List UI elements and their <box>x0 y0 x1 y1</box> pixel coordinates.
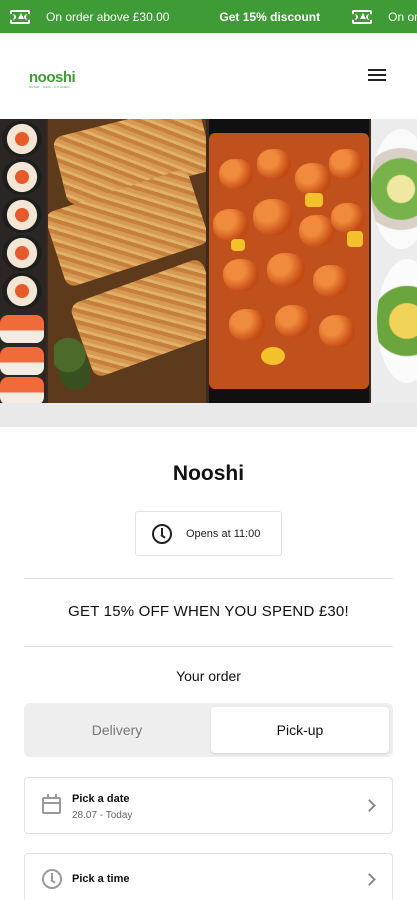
pick-date-card[interactable]: Pick a date 28.07 - Today <box>24 777 393 834</box>
opening-hours-label: Opens at 11:00 <box>186 527 261 540</box>
divider <box>24 646 393 647</box>
offer-text: GET 15% OFF WHEN YOU SPEND £30! <box>68 603 349 620</box>
calendar-icon <box>42 794 61 814</box>
logo-wordmark: nooshi <box>29 69 76 86</box>
pick-date-value: 28.07 - Today <box>72 810 133 821</box>
logo-tagline: SUSHI · ASIA · KITCHEN <box>29 85 70 89</box>
salad-bowl-image <box>371 119 417 403</box>
opening-hours-badge: Opens at 11:00 <box>135 511 282 556</box>
your-order-title: Your order <box>176 668 241 684</box>
clock-icon <box>42 869 62 889</box>
chevron-right-icon <box>363 799 376 812</box>
promo-banner: On order above £30.00 Get 15% discount O… <box>0 0 417 33</box>
chevron-right-icon <box>363 873 376 886</box>
promo-right-text: On order above <box>388 9 417 24</box>
promo-left-text: On order above £30.00 <box>46 9 170 24</box>
store-name: Nooshi <box>172 462 245 485</box>
clock-icon <box>152 523 172 544</box>
pick-time-card[interactable]: Pick a time <box>24 853 393 900</box>
promo-center-text: Get 15% discount <box>219 9 321 24</box>
pick-date-title: Pick a date <box>72 793 130 805</box>
order-type-toggle: Delivery Pick-up <box>24 703 393 757</box>
pickup-option[interactable]: Pick-up <box>211 707 389 753</box>
promo-row: On order above £30.00 Get 15% discount O… <box>0 0 417 33</box>
delivery-option[interactable]: Delivery <box>28 707 206 753</box>
sushi-image <box>0 119 46 403</box>
pick-time-title: Pick a time <box>72 873 130 885</box>
hero-banner-image <box>0 119 417 403</box>
divider <box>24 578 393 579</box>
ticket-icon <box>8 9 32 24</box>
ticket-icon <box>350 9 375 24</box>
header: nooshi SUSHI · ASIA · KITCHEN <box>0 33 417 119</box>
hamburger-icon[interactable] <box>368 67 388 83</box>
logo[interactable]: nooshi SUSHI · ASIA · KITCHEN <box>29 69 89 89</box>
katsu-chicken-image <box>48 119 206 403</box>
sweet-and-sour-chicken-image <box>209 119 369 403</box>
hero-bottom-band <box>0 403 417 427</box>
